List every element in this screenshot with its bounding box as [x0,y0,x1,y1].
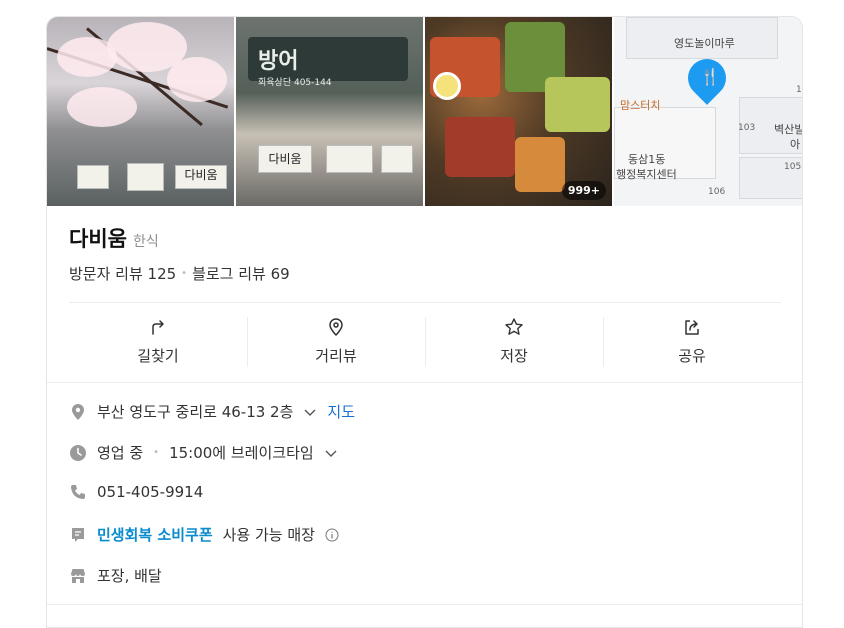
phone-row: 051-405-9914 [69,483,769,501]
sign-text: 다비움 [175,165,227,189]
services-text: 포장, 배달 [97,567,162,585]
phone-number[interactable]: 051-405-9914 [97,483,203,501]
phone-icon [71,485,85,499]
directions-icon [152,319,164,335]
map-label-2: 맘스터치 [620,99,661,112]
map-number-4: 1 [796,85,802,95]
photo-count-badge: 999+ [561,181,606,200]
street-view-icon [329,317,343,336]
storefront-sign: 다비움 [258,145,312,173]
chevron-down-icon[interactable] [303,405,317,419]
visitor-review-link[interactable]: 방문자 리뷰 125 [69,263,176,284]
action-bar: 길찾기 거리뷰 저장 공유 [69,315,781,367]
map-label-1: 영도놀이마루 [674,37,735,50]
street-view-button[interactable]: 거리뷰 [247,315,425,367]
place-card: 다비움 방어 회육상단 405-144 다비움 999+ 영도놀이마루 맘스터치… [46,16,803,628]
coupon-link[interactable]: 민생회복 소비쿠폰 [97,524,213,545]
map-number-3: 106 [708,187,726,197]
save-label: 저장 [500,346,528,365]
review-summary: 방문자 리뷰 125 • 블로그 리뷰 69 [69,263,290,284]
share-button[interactable]: 공유 [603,315,781,367]
address-text: 부산 영도구 중리로 46-13 2층 [97,403,294,421]
blog-review-link[interactable]: 블로그 리뷰 69 [192,263,290,284]
coupon-suffix: 사용 가능 매장 [222,526,315,544]
street-view-label: 거리뷰 [315,346,357,365]
chevron-down-icon[interactable] [324,446,338,460]
map-label-5: 벽산빌 [774,123,802,136]
banner-text: 방어 [258,49,299,74]
divider [69,302,781,303]
photo-cherry-blossom[interactable]: 다비움 [47,17,234,206]
location-pin-icon [72,403,84,420]
divider [47,604,802,605]
map-label-3: 동삼1동 [628,153,666,166]
store-icon [71,568,85,583]
hours-row: 영업 중 • 15:00에 브레이크타임 [69,442,769,463]
map-number-1: 103 [738,123,756,133]
photo-strip: 다비움 방어 회육상단 405-144 다비움 999+ 영도놀이마루 맘스터치… [47,17,802,206]
store-banner: 방어 회육상단 405-144 [248,37,408,88]
separator-dot: • [181,268,188,279]
title-row: 다비움 한식 [69,223,159,253]
banner-subtext: 회육상단 405-144 [258,78,332,88]
business-status: 영업 중 [97,444,144,462]
coupon-row: 민생회복 소비쿠폰 사용 가능 매장 [69,524,769,545]
fork-knife-icon: 🍴 [700,67,720,86]
map-thumbnail[interactable]: 영도놀이마루 맘스터치 동삼1동 행정복지센터 벽산빌 아 103 105 10… [614,17,802,206]
message-icon [72,527,84,542]
divider [47,382,802,383]
place-name: 다비움 [69,227,127,251]
save-button[interactable]: 저장 [425,315,603,367]
photo-storefront[interactable]: 방어 회육상단 405-144 다비움 [236,17,423,206]
address-row: 부산 영도구 중리로 46-13 2층 지도 [69,401,769,422]
map-label-4: 행정복지센터 [616,168,677,181]
map-label-6: 아 [790,138,801,151]
share-label: 공유 [678,346,706,365]
share-icon [685,319,699,335]
info-icon[interactable] [325,528,339,542]
break-time: 15:00에 브레이크타임 [169,444,314,462]
place-category: 한식 [132,234,159,250]
services-row: 포장, 배달 [69,565,769,586]
star-icon [505,317,523,335]
directions-label: 길찾기 [137,346,179,365]
separator-dot: • [153,447,160,458]
clock-icon [70,444,86,461]
directions-button[interactable]: 길찾기 [69,315,247,367]
map-number-2: 105 [784,162,802,172]
map-link[interactable]: 지도 [327,401,355,422]
photo-food[interactable]: 999+ [425,17,612,206]
